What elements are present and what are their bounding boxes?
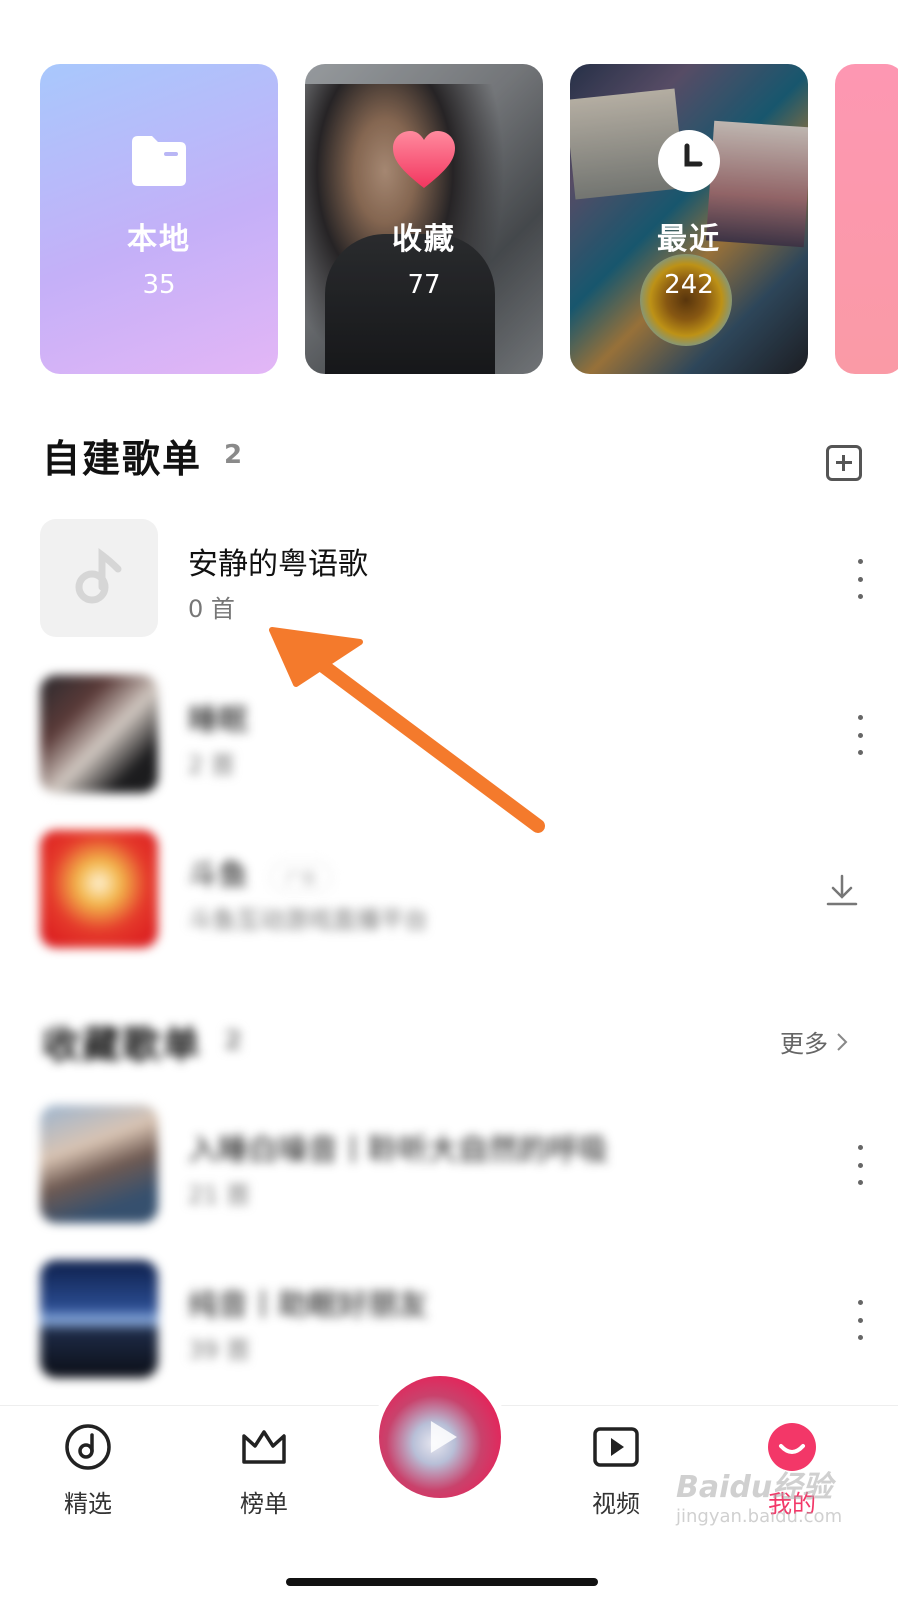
add-square-icon[interactable] [826, 445, 862, 481]
playlist-row[interactable]: 纯音丨助眠好朋友 39 首 [40, 1260, 870, 1380]
download-icon[interactable] [824, 872, 860, 908]
heart-icon [393, 131, 455, 188]
fav-playlists-header: 收藏歌单 2 [42, 1016, 243, 1067]
video-play-icon [593, 1427, 639, 1467]
more-options-icon[interactable] [850, 1145, 870, 1185]
playlist-title: 睡眠 [188, 703, 248, 738]
more-link[interactable]: 更多 [780, 1024, 850, 1059]
ad-title-line: 斗鱼 广告 [188, 850, 333, 894]
playlist-song-count: 2 首 [188, 751, 235, 779]
more-options-icon[interactable] [850, 1300, 870, 1340]
watermark-sub: jingyan.baidu.com [676, 1506, 843, 1527]
playlist-cover [40, 1105, 158, 1223]
folder-icon [132, 136, 186, 186]
play-icon [430, 1421, 457, 1453]
recent-card-title: 最近 [657, 222, 721, 257]
playlist-title: 安静的粤语歌 [188, 547, 368, 582]
crown-icon [242, 1430, 286, 1464]
next-card-peek[interactable] [835, 64, 898, 374]
my-playlists-header: 自建歌单 2 [42, 430, 243, 481]
playlist-cover [40, 1260, 158, 1378]
playlist-row[interactable]: 入睡白噪音丨聆听大自然的呼吸 21 首 [40, 1105, 870, 1225]
more-options-icon[interactable] [850, 715, 870, 755]
playlist-title: 纯音丨助眠好朋友 [188, 1288, 428, 1323]
tab-video[interactable]: 视频 [556, 1422, 676, 1519]
playlist-row[interactable]: 安静的粤语歌 0 首 [40, 519, 870, 639]
ad-cover [40, 830, 158, 948]
fav-playlists-count: 2 [224, 1026, 243, 1056]
watermark: Baidu经验 [676, 1470, 833, 1505]
favorites-card-count: 77 [407, 270, 441, 300]
more-options-icon[interactable] [850, 559, 870, 599]
playlist-cover [40, 519, 158, 637]
playlist-song-count: 0 首 [188, 595, 235, 623]
ad-title: 斗鱼 [188, 858, 248, 893]
more-link-label: 更多 [780, 1030, 828, 1058]
ad-row[interactable]: 斗鱼 广告 斗鱼互动游戏直播平台 [40, 830, 870, 950]
recent-card[interactable]: 最近 242 [570, 64, 808, 374]
ad-tag: 广告 [270, 861, 333, 892]
playlist-title: 入睡白噪音丨聆听大自然的呼吸 [188, 1133, 608, 1168]
my-playlists-title: 自建歌单 [42, 436, 203, 481]
fav-playlists-title: 收藏歌单 [42, 1022, 203, 1067]
local-card-title: 本地 [127, 222, 191, 257]
disc-icon [65, 1424, 111, 1470]
local-music-card[interactable]: 本地 35 [40, 64, 278, 374]
tab-charts[interactable]: 榜单 [204, 1422, 324, 1519]
tab-featured-label: 精选 [64, 1490, 112, 1518]
recent-card-count: 242 [664, 270, 714, 300]
tab-video-label: 视频 [592, 1490, 640, 1518]
playlist-row[interactable]: 睡眠 2 首 [40, 675, 870, 795]
playlist-song-count: 21 首 [188, 1181, 251, 1209]
now-playing-disc[interactable] [379, 1376, 501, 1498]
home-indicator[interactable] [286, 1578, 598, 1586]
chevron-right-icon [837, 1032, 848, 1051]
quick-cards: 本地 35 收藏 77 最近 242 [40, 64, 898, 374]
playlist-song-count: 39 首 [188, 1336, 251, 1364]
playlist-cover [40, 675, 158, 793]
local-card-count: 35 [142, 270, 176, 300]
favorites-card-title: 收藏 [392, 222, 456, 257]
music-note-icon [75, 547, 122, 604]
ad-subtitle: 斗鱼互动游戏直播平台 [188, 906, 428, 934]
clock-icon [658, 130, 720, 192]
tab-featured[interactable]: 精选 [28, 1422, 148, 1519]
favorites-card[interactable]: 收藏 77 [305, 64, 543, 374]
my-playlists-count: 2 [224, 440, 243, 470]
tab-charts-label: 榜单 [240, 1490, 288, 1518]
